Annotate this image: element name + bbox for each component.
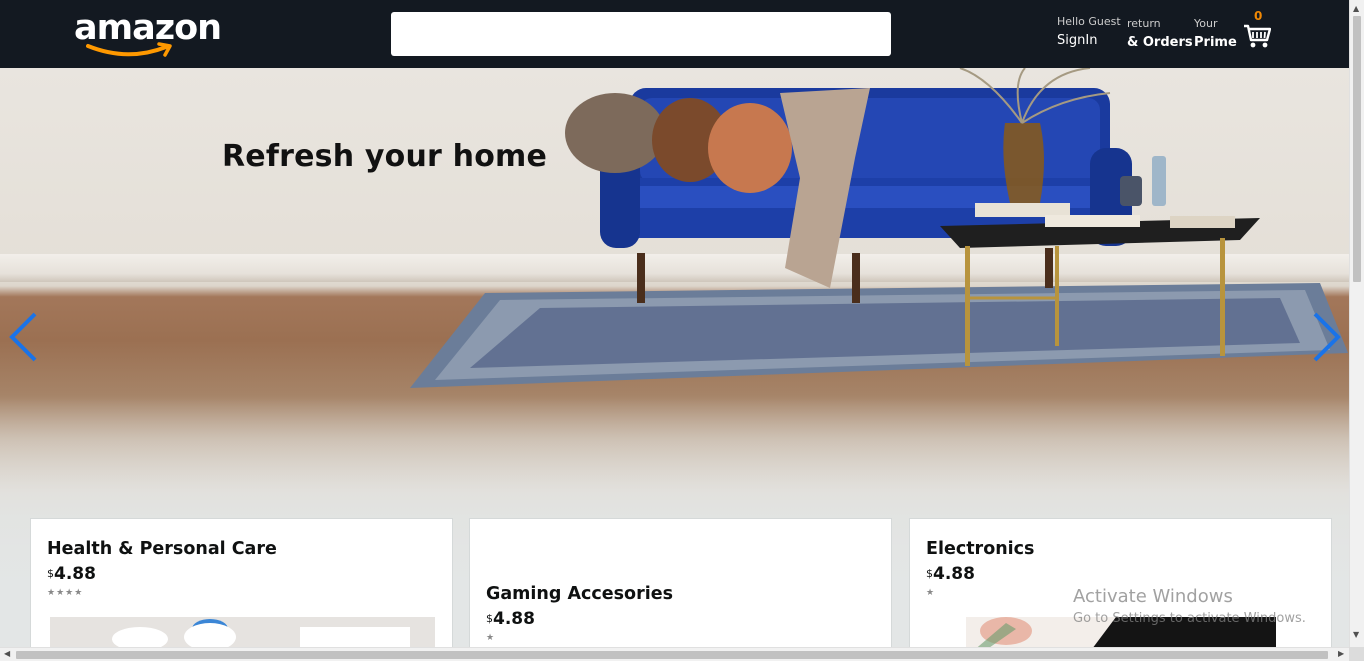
top-nav-bar: amazon Hello Guest SignIn return & Order… bbox=[0, 0, 1349, 68]
horizontal-scroll-thumb[interactable] bbox=[16, 651, 1328, 659]
cart-count: 0 bbox=[1254, 9, 1263, 23]
vertical-scroll-thumb[interactable] bbox=[1353, 16, 1361, 282]
signin-label: SignIn bbox=[1057, 33, 1098, 48]
card-title: Gaming Accesories bbox=[486, 584, 673, 604]
card-price: $4.88 bbox=[926, 564, 975, 584]
amazon-logo[interactable]: amazon bbox=[74, 8, 226, 60]
chevron-left-icon bbox=[9, 312, 37, 362]
rating-stars: ★★★★ bbox=[47, 588, 84, 598]
chevron-right-icon bbox=[1313, 312, 1341, 362]
page: amazon Hello Guest SignIn return & Order… bbox=[0, 0, 1364, 661]
signin-link[interactable]: Hello Guest SignIn bbox=[1057, 15, 1121, 51]
rating-stars: ★ bbox=[486, 633, 496, 643]
cart-icon bbox=[1244, 24, 1271, 48]
horizontal-scrollbar[interactable]: ◀ ▶ bbox=[0, 647, 1364, 661]
price-amount: 4.88 bbox=[933, 564, 975, 584]
cart-button[interactable]: 0 bbox=[1243, 9, 1273, 53]
scroll-up-icon[interactable]: ▲ bbox=[1353, 4, 1359, 13]
orders-line1: return bbox=[1127, 17, 1161, 30]
logo-smile-icon bbox=[86, 42, 172, 57]
carousel-next-button[interactable] bbox=[1306, 308, 1346, 366]
scrollbar-corner bbox=[1349, 647, 1364, 661]
scroll-down-icon[interactable]: ▼ bbox=[1353, 630, 1359, 639]
price-currency: $ bbox=[926, 567, 933, 580]
price-amount: 4.88 bbox=[54, 564, 96, 584]
prime-line1: Your bbox=[1194, 17, 1218, 30]
greeting-label: Hello Guest bbox=[1057, 15, 1121, 28]
prime-link[interactable]: Your Prime bbox=[1194, 17, 1237, 53]
card-price: $4.88 bbox=[486, 609, 535, 629]
scroll-left-icon[interactable]: ◀ bbox=[4, 649, 10, 658]
product-card-electronics[interactable]: Electronics $4.88 ★ bbox=[909, 518, 1332, 661]
product-card-gaming[interactable]: Gaming Accesories $4.88 ★ bbox=[469, 518, 892, 661]
card-price: $4.88 bbox=[47, 564, 96, 584]
orders-line2: & Orders bbox=[1127, 35, 1193, 50]
prime-line2: Prime bbox=[1194, 35, 1237, 50]
card-title: Electronics bbox=[926, 539, 1035, 559]
hero-living-room-image bbox=[410, 68, 1348, 388]
orders-link[interactable]: return & Orders bbox=[1127, 17, 1193, 53]
vertical-scrollbar[interactable]: ▲ ▼ bbox=[1349, 0, 1364, 647]
carousel-prev-button[interactable] bbox=[4, 308, 44, 366]
search-input[interactable] bbox=[391, 12, 891, 56]
hero-title: Refresh your home bbox=[222, 139, 548, 174]
rating-stars: ★ bbox=[926, 588, 936, 598]
scroll-right-icon[interactable]: ▶ bbox=[1338, 649, 1344, 658]
price-amount: 4.88 bbox=[493, 609, 535, 629]
price-currency: $ bbox=[47, 567, 54, 580]
product-card-health[interactable]: Health & Personal Care $4.88 ★★★★ bbox=[30, 518, 453, 661]
price-currency: $ bbox=[486, 612, 493, 625]
card-title: Health & Personal Care bbox=[47, 539, 277, 559]
